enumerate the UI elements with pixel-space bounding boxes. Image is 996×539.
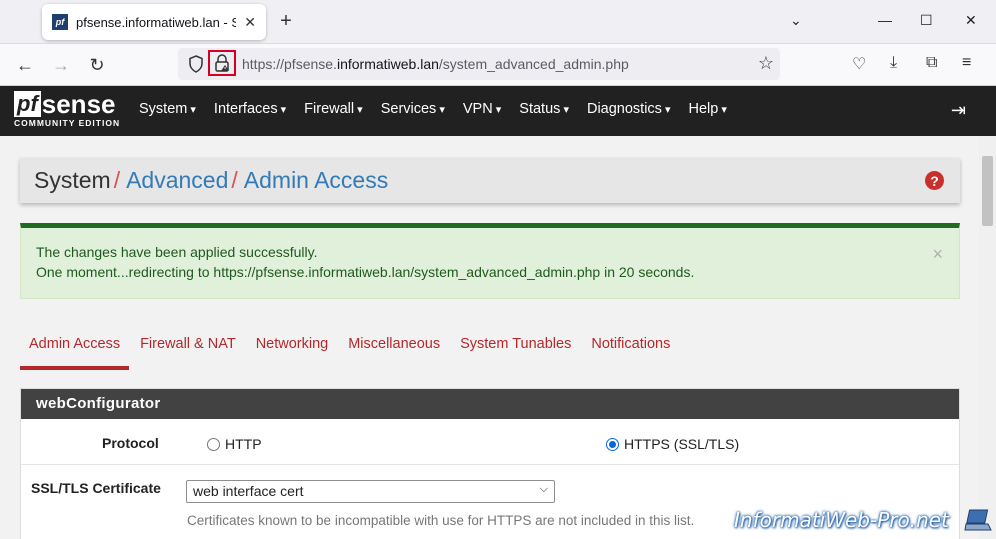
radio-label: HTTPS (SSL/TLS) [624, 436, 740, 452]
minimize-window-icon[interactable]: — [878, 12, 892, 28]
url-domain: informatiweb.lan [336, 56, 439, 72]
breadcrumb-separator: / [231, 167, 238, 193]
alert-close-icon[interactable]: × [932, 244, 943, 264]
pfsense-navbar: pfsense COMMUNITY EDITION System Interfa… [0, 86, 996, 136]
advanced-tabs: Admin Access Firewall & NAT Networking M… [20, 334, 681, 370]
certificate-select[interactable]: web interface cert ⌵ [186, 480, 555, 503]
breadcrumb-advanced-link[interactable]: Advanced [126, 167, 228, 193]
alert-message-line2: One moment...redirecting to https://pfse… [36, 264, 695, 280]
tab-admin-access[interactable]: Admin Access [20, 334, 130, 370]
list-all-tabs-icon[interactable]: ⌄ [790, 12, 802, 29]
breadcrumb-panel: System / Advanced / Admin Access ? [20, 158, 960, 203]
scrollbar-thumb[interactable] [982, 156, 993, 226]
close-tab-icon[interactable]: ✕ [244, 14, 256, 31]
app-menu-icon[interactable]: ≡ [962, 54, 971, 72]
back-icon[interactable]: ← [14, 55, 36, 76]
logout-icon[interactable]: ⇥ [951, 100, 966, 121]
url-prefix: https://pfsense. [242, 56, 337, 72]
section-title: webConfigurator [21, 389, 959, 419]
watermark-text: InformatiWeb-Pro.net [734, 508, 949, 532]
tracking-protection-shield-icon[interactable] [188, 55, 204, 73]
menu-system[interactable]: System [139, 101, 196, 117]
main-menu: System Interfaces Firewall Services VPN … [139, 101, 727, 117]
breadcrumb: System / Advanced / Admin Access [34, 167, 388, 194]
pfsense-favicon-icon: pf [52, 14, 68, 30]
tab-firewall-nat[interactable]: Firewall & NAT [131, 334, 245, 370]
success-alert: The changes have been applied successful… [20, 223, 960, 299]
certificate-selected-value: web interface cert [193, 483, 304, 499]
certificate-label: SSL/TLS Certificate [31, 480, 161, 496]
laptop-icon [964, 509, 992, 531]
help-icon[interactable]: ? [925, 171, 944, 190]
pocket-icon[interactable]: ♡ [852, 54, 866, 74]
menu-vpn[interactable]: VPN [463, 101, 501, 117]
browser-tab-strip: pf pfsense.informatiweb.lan - Syst ✕ + ⌄… [0, 0, 996, 44]
page-scrollbar[interactable] [979, 136, 996, 539]
maximize-window-icon[interactable]: ☐ [920, 12, 933, 29]
chevron-down-icon: ⌵ [539, 483, 548, 495]
tab-notifications[interactable]: Notifications [582, 334, 679, 370]
tab-miscellaneous[interactable]: Miscellaneous [339, 334, 449, 370]
downloads-icon[interactable]: ⤓ [890, 54, 897, 72]
breadcrumb-admin-access-link[interactable]: Admin Access [244, 167, 388, 193]
tab-networking[interactable]: Networking [247, 334, 338, 370]
tab-system-tunables[interactable]: System Tunables [451, 334, 580, 370]
extensions-icon[interactable]: ⧉ [926, 54, 937, 72]
menu-services[interactable]: Services [381, 101, 445, 117]
browser-tab-title: pfsense.informatiweb.lan - Syst [76, 14, 236, 30]
pfsense-logo[interactable]: pf sense COMMUNITY EDITION [14, 91, 120, 128]
logo-word: sense [41, 89, 116, 119]
radio-label: HTTP [225, 436, 262, 452]
protocol-https-radio[interactable]: HTTPS (SSL/TLS) [606, 436, 739, 452]
protocol-row: Protocol HTTP HTTPS (SSL/TLS) [21, 419, 959, 465]
logo-pf-mark: pf [14, 91, 41, 117]
protocol-label: Protocol [102, 435, 159, 451]
forward-icon[interactable]: → [50, 55, 72, 76]
browser-navigation-bar: ← → ↻ https://pfsense.informatiweb.lan/s… [0, 44, 996, 86]
radio-circle-icon[interactable] [207, 437, 220, 451]
reload-icon[interactable]: ↻ [86, 55, 108, 76]
alert-message-line1: The changes have been applied successful… [36, 244, 318, 260]
browser-tab[interactable]: pf pfsense.informatiweb.lan - Syst ✕ [42, 4, 266, 40]
certificate-hint: Certificates known to be incompatible wi… [187, 513, 695, 528]
menu-firewall[interactable]: Firewall [304, 101, 363, 117]
address-bar[interactable]: https://pfsense.informatiweb.lan/system_… [178, 48, 780, 80]
new-tab-button[interactable]: + [276, 10, 296, 33]
breadcrumb-separator: / [113, 167, 121, 193]
menu-status[interactable]: Status [519, 101, 569, 117]
page-viewport: pfsense COMMUNITY EDITION System Interfa… [0, 86, 996, 539]
url-text[interactable]: https://pfsense.informatiweb.lan/system_… [242, 56, 629, 72]
insecure-lock-icon[interactable] [208, 50, 236, 76]
radio-checked-icon[interactable] [606, 437, 619, 451]
bookmark-star-icon[interactable]: ☆ [758, 53, 774, 74]
menu-diagnostics[interactable]: Diagnostics [587, 101, 671, 117]
menu-help[interactable]: Help [689, 101, 727, 117]
protocol-http-radio[interactable]: HTTP [207, 436, 262, 452]
breadcrumb-system: System [34, 167, 111, 193]
close-window-icon[interactable]: ✕ [965, 12, 977, 29]
url-path: /system_advanced_admin.php [438, 56, 629, 72]
logo-edition: COMMUNITY EDITION [14, 118, 121, 128]
menu-interfaces[interactable]: Interfaces [214, 101, 286, 117]
